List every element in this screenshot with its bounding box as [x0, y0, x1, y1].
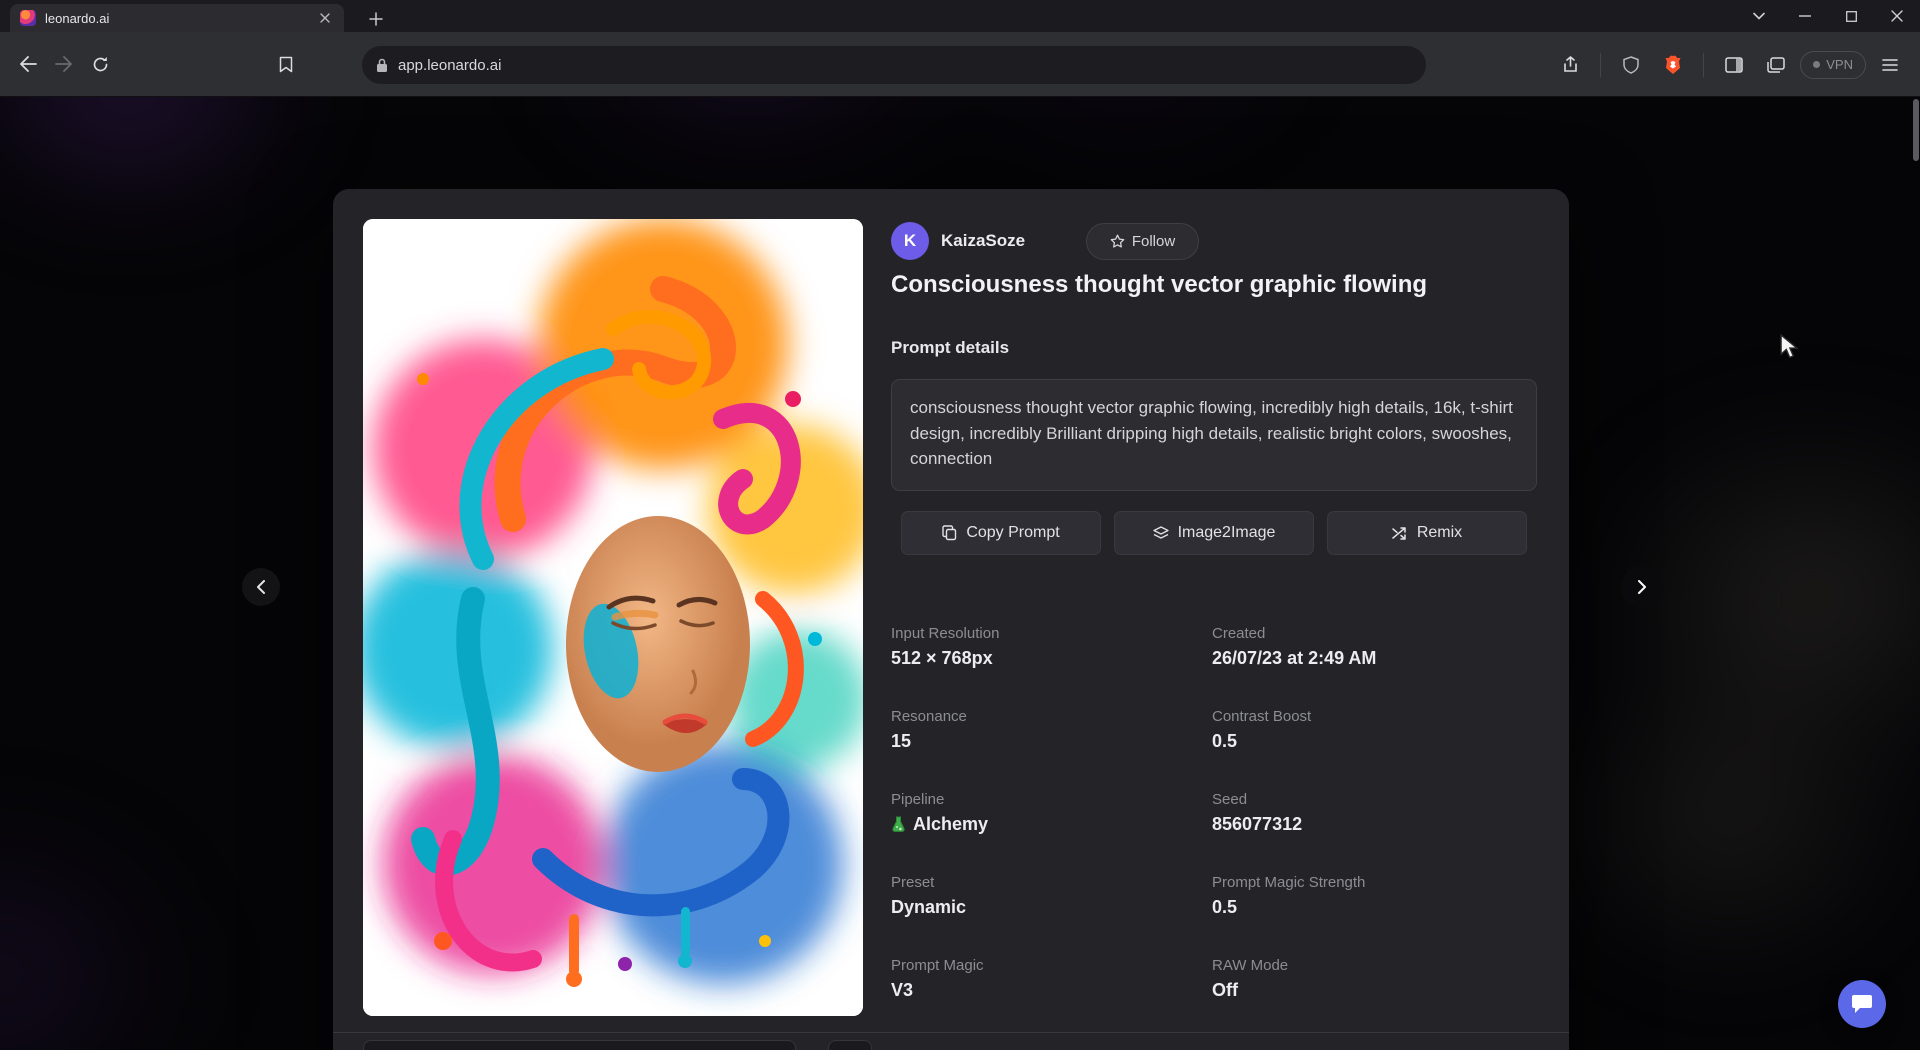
- menu-hamburger-icon[interactable]: [1872, 47, 1908, 83]
- tab-favicon-icon: [20, 10, 36, 26]
- generation-details: Input Resolution 512 × 768px Created 26/…: [891, 625, 1537, 1013]
- generate-with-model-button[interactable]: Generate with this model: [891, 1045, 1537, 1050]
- previous-image-button[interactable]: [242, 568, 280, 606]
- divider: [1703, 53, 1704, 77]
- window-minimize-button[interactable]: [1782, 0, 1828, 32]
- page-content: K KaizaSoze Follow Consciousness thought…: [0, 97, 1920, 1050]
- pipeline-value: Alchemy: [913, 814, 988, 835]
- address-bar[interactable]: app.leonardo.ai: [362, 46, 1426, 84]
- next-image-button[interactable]: [1621, 566, 1663, 608]
- navigation-bar: app.leonardo.ai VPN: [0, 32, 1920, 97]
- tab-bar: leonardo.ai: [0, 0, 1920, 32]
- follow-button[interactable]: Follow: [1086, 223, 1199, 260]
- follow-label: Follow: [1132, 233, 1175, 250]
- tab-title: leonardo.ai: [45, 11, 307, 26]
- sidebar-panel-icon[interactable]: [1716, 47, 1752, 83]
- tab-close-icon[interactable]: [316, 9, 334, 27]
- new-tab-button[interactable]: [364, 7, 388, 31]
- reload-button[interactable]: [82, 46, 118, 82]
- image2image-button[interactable]: Image2Image: [1114, 511, 1314, 555]
- flask-icon: [891, 816, 906, 833]
- window-close-button[interactable]: [1874, 0, 1920, 32]
- remix-icon: [1392, 526, 1408, 541]
- vpn-label: VPN: [1826, 57, 1853, 72]
- author-name[interactable]: KaizaSoze: [941, 222, 1025, 260]
- divider: [333, 1032, 1569, 1033]
- share-icon[interactable]: [1552, 47, 1588, 83]
- copy-prompt-label: Copy Prompt: [966, 524, 1059, 542]
- detail-pipeline: Pipeline Alchemy: [891, 791, 1212, 847]
- browser-tab[interactable]: leonardo.ai: [10, 4, 344, 32]
- artwork-image[interactable]: [363, 219, 863, 1016]
- star-icon: [1110, 234, 1125, 249]
- window-maximize-button[interactable]: [1828, 0, 1874, 32]
- layers-icon: [1153, 526, 1169, 541]
- avatar[interactable]: K: [891, 222, 929, 260]
- scrollbar-thumb[interactable]: [1913, 99, 1919, 161]
- detail-input-resolution: Input Resolution 512 × 768px: [891, 625, 1212, 681]
- image-toolbar-button[interactable]: [828, 1040, 872, 1050]
- mouse-cursor: [1778, 333, 1802, 364]
- divider: [1600, 53, 1601, 77]
- url-text: app.leonardo.ai: [398, 57, 501, 74]
- copy-prompt-button[interactable]: Copy Prompt: [901, 511, 1101, 555]
- reading-list-icon[interactable]: [1758, 47, 1794, 83]
- detail-prompt-magic-strength: Prompt Magic Strength 0.5: [1212, 874, 1537, 930]
- prompt-details-heading: Prompt details: [891, 338, 1009, 358]
- remix-label: Remix: [1417, 524, 1462, 542]
- brave-logo-icon[interactable]: [1655, 47, 1691, 83]
- copy-icon: [942, 525, 957, 541]
- vpn-button[interactable]: VPN: [1800, 51, 1866, 79]
- detail-seed: Seed 856077312: [1212, 791, 1537, 847]
- prompt-text: consciousness thought vector graphic flo…: [891, 379, 1537, 491]
- detail-resonance: Resonance 15: [891, 708, 1212, 764]
- bookmark-icon[interactable]: [268, 46, 304, 82]
- detail-preset: Preset Dynamic: [891, 874, 1212, 930]
- browser-window: leonardo.ai: [0, 0, 1920, 1050]
- back-button[interactable]: [10, 46, 46, 82]
- detail-created: Created 26/07/23 at 2:49 AM: [1212, 625, 1537, 681]
- remix-button[interactable]: Remix: [1327, 511, 1527, 555]
- support-chat-button[interactable]: [1838, 980, 1886, 1028]
- generation-title: Consciousness thought vector graphic flo…: [891, 271, 1537, 299]
- image2image-label: Image2Image: [1178, 524, 1276, 542]
- vpn-status-dot: [1813, 61, 1820, 68]
- forward-button[interactable]: [46, 46, 82, 82]
- lock-icon: [376, 58, 388, 73]
- brave-shield-icon[interactable]: [1613, 47, 1649, 83]
- detail-raw-mode: RAW Mode Off: [1212, 957, 1537, 1013]
- image-detail-modal: K KaizaSoze Follow Consciousness thought…: [333, 189, 1569, 1050]
- detail-prompt-magic: Prompt Magic V3: [891, 957, 1212, 1013]
- image-toolbar[interactable]: [363, 1040, 796, 1050]
- tab-search-chevron-icon[interactable]: [1736, 0, 1782, 32]
- detail-contrast-boost: Contrast Boost 0.5: [1212, 708, 1537, 764]
